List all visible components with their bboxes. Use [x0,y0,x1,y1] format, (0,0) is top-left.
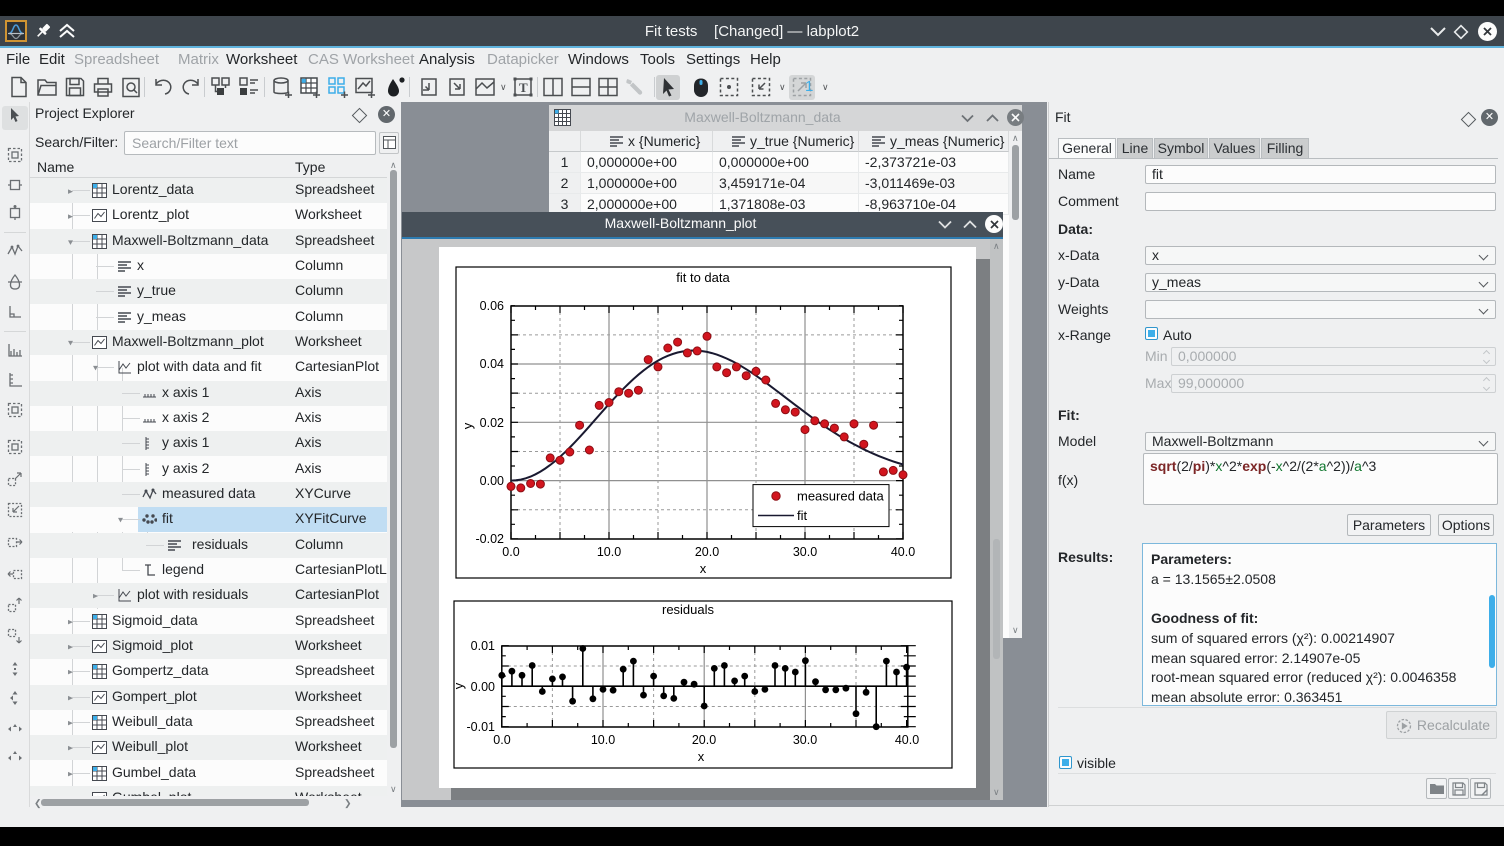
svg-text:T: T [519,80,528,95]
svg-text:0.0: 0.0 [493,733,510,747]
svg-text:30.0: 30.0 [793,733,817,747]
svg-text:20.0: 20.0 [692,733,716,747]
svg-text:0.04: 0.04 [480,357,504,371]
svg-text:measured data: measured data [797,489,884,504]
svg-text:30.0: 30.0 [793,545,817,559]
svg-text:fit to data: fit to data [676,270,730,285]
svg-text:-0.02: -0.02 [476,532,505,546]
svg-text:residuals: residuals [662,602,715,617]
svg-text:0.00: 0.00 [480,474,504,488]
svg-text:0.02: 0.02 [480,416,504,430]
svg-text:fit: fit [797,508,808,523]
svg-text:x: x [698,749,705,764]
svg-text:0.01: 0.01 [471,639,495,653]
svg-text:20.0: 20.0 [695,545,719,559]
svg-text:y: y [460,422,475,429]
svg-text:0.0: 0.0 [502,545,519,559]
svg-text:40.0: 40.0 [891,545,915,559]
svg-text:-0.01: -0.01 [467,720,496,734]
svg-text:10.0: 10.0 [591,733,615,747]
svg-text:x: x [700,561,707,576]
svg-text:10.0: 10.0 [597,545,621,559]
svg-text:0.06: 0.06 [480,299,504,313]
svg-text:y: y [451,682,466,689]
svg-text:40.0: 40.0 [895,733,919,747]
svg-text:0.00: 0.00 [471,680,495,694]
